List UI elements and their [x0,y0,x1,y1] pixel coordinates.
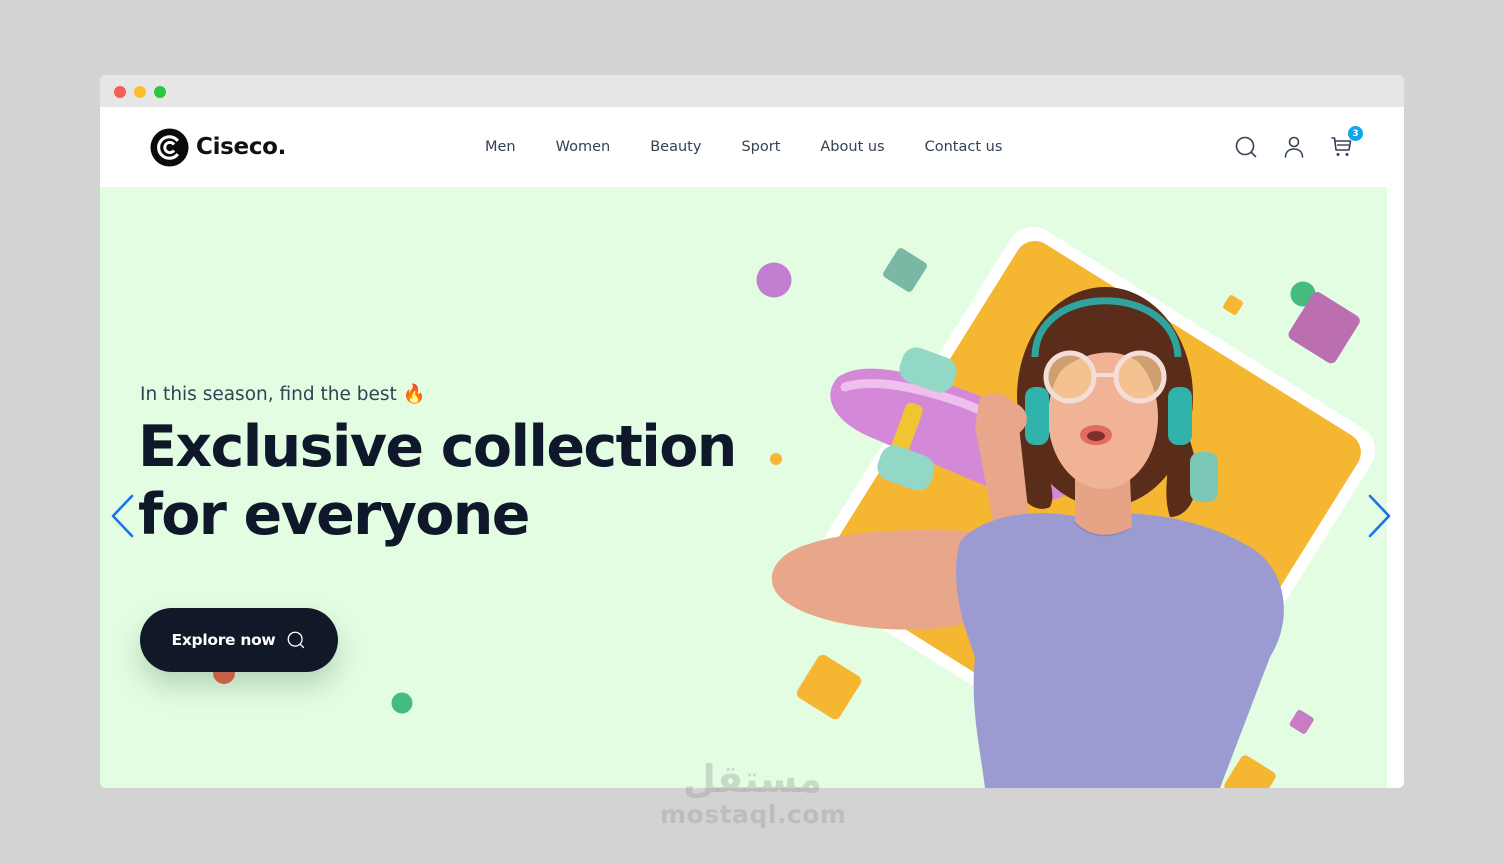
maximize-window-button[interactable] [154,86,166,98]
brand-name: Ciseco. [196,134,287,160]
hero-title: Exclusive collection for everyone [138,414,737,548]
nav-link-men[interactable]: Men [485,139,516,155]
nav-link-about-us[interactable]: About us [820,139,884,155]
main-navigation: Men Women Beauty Sport About us Contact … [485,107,1042,187]
close-window-button[interactable] [114,86,126,98]
cart-count-badge: 3 [1348,126,1363,141]
nav-link-beauty[interactable]: Beauty [650,139,701,155]
nav-link-sport[interactable]: Sport [741,139,780,155]
slider-next-button[interactable] [1364,491,1394,541]
decor-square-teal [883,248,927,292]
minimize-window-button[interactable] [134,86,146,98]
browser-window: Ciseco. Men Women Beauty Sport About us … [100,75,1404,788]
hero-banner: In this season, find the best 🔥 Exclusiv… [100,187,1387,788]
search-icon [1235,136,1257,158]
cart-button[interactable]: 3 [1330,126,1363,159]
explore-now-label: Explore now [171,631,276,649]
search-icon [288,631,305,649]
header-actions: 3 [1234,107,1363,187]
decor-square-pink-small [1289,709,1314,734]
window-titlebar [100,75,1404,107]
decor-circle-green-bottom [391,692,413,714]
decor-square-yellow-small [1223,295,1243,315]
user-icon [1284,136,1304,158]
slider-prev-button[interactable] [108,491,138,541]
search-button[interactable] [1234,135,1258,159]
site-header: Ciseco. Men Women Beauty Sport About us … [100,107,1404,187]
nav-link-contact-us[interactable]: Contact us [925,139,1003,155]
chevron-left-icon [111,494,134,538]
chevron-right-icon [1368,494,1391,538]
ciseco-logo-icon [150,127,189,167]
decor-square-yellow-bottom [796,654,862,720]
explore-now-button[interactable]: Explore now [140,608,338,672]
watermark-latin: mostaql.com [660,800,847,829]
decor-circle-purple [756,262,792,298]
hero-subtitle: In this season, find the best 🔥 [140,383,426,405]
account-button[interactable] [1282,135,1306,159]
brand-logo-link[interactable]: Ciseco. [150,127,286,167]
nav-link-women[interactable]: Women [556,139,611,155]
